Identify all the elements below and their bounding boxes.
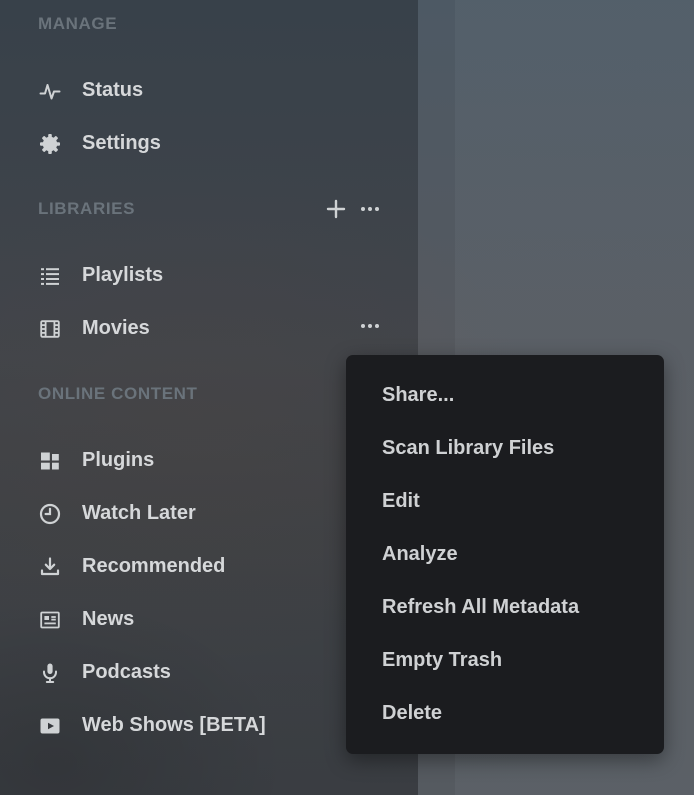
section-items: Status Sett (0, 64, 418, 170)
download-icon (38, 555, 62, 579)
menu-item-share[interactable]: Share... (346, 369, 664, 422)
sidebar-item-label: Settings (82, 132, 382, 155)
film-icon (38, 317, 62, 341)
section-header-label: ONLINE CONTENT (38, 384, 198, 404)
play-icon (38, 714, 62, 738)
activity-icon (38, 79, 62, 103)
menu-item-empty-trash[interactable]: Empty Trash (346, 634, 664, 687)
clock-icon (38, 502, 62, 526)
sidebar-section-manage: MANAGE Status (0, 7, 418, 170)
sidebar-item-label: Recommended (82, 555, 382, 578)
plex-app-window: MANAGE Status (0, 0, 694, 795)
gear-icon (38, 132, 62, 156)
section-items: Playlists (0, 249, 418, 355)
section-header-label: LIBRARIES (38, 199, 135, 219)
libraries-header-actions (324, 197, 382, 221)
section-header-libraries: LIBRARIES (0, 192, 418, 226)
menu-item-refresh-all-metadata[interactable]: Refresh All Metadata (346, 581, 664, 634)
movies-row-action (358, 314, 382, 344)
sidebar-item-label: Web Shows [BETA] (82, 714, 382, 737)
menu-item-edit[interactable]: Edit (346, 475, 664, 528)
sidebar-item-settings[interactable]: Settings (0, 117, 418, 170)
sidebar-item-label: News (82, 608, 382, 631)
sidebar-item-status[interactable]: Status (0, 64, 418, 117)
menu-item-scan-library-files[interactable]: Scan Library Files (346, 422, 664, 475)
menu-item-analyze[interactable]: Analyze (346, 528, 664, 581)
plugins-icon (38, 449, 62, 473)
playlist-icon (38, 264, 62, 288)
sidebar-item-label: Status (82, 79, 382, 102)
sidebar-item-movies[interactable]: Movies (0, 302, 418, 355)
sidebar-item-label: Plugins (82, 449, 382, 472)
more-dots-icon[interactable] (358, 197, 382, 221)
section-header-manage: MANAGE (0, 7, 418, 41)
section-header-label: MANAGE (38, 14, 117, 34)
more-dots-icon[interactable] (358, 314, 382, 338)
microphone-icon (38, 661, 62, 685)
sidebar-item-playlists[interactable]: Playlists (0, 249, 418, 302)
news-icon (38, 608, 62, 632)
menu-item-delete[interactable]: Delete (346, 687, 664, 740)
sidebar-item-label: Watch Later (82, 502, 382, 525)
sidebar-item-label: Movies (82, 317, 338, 340)
library-context-menu: Share... Scan Library Files Edit Analyze… (346, 355, 664, 754)
plus-icon[interactable] (324, 197, 348, 221)
sidebar-section-libraries: LIBRARIES (0, 192, 418, 355)
sidebar-item-label: Podcasts (82, 661, 382, 684)
sidebar-item-label: Playlists (82, 264, 382, 287)
